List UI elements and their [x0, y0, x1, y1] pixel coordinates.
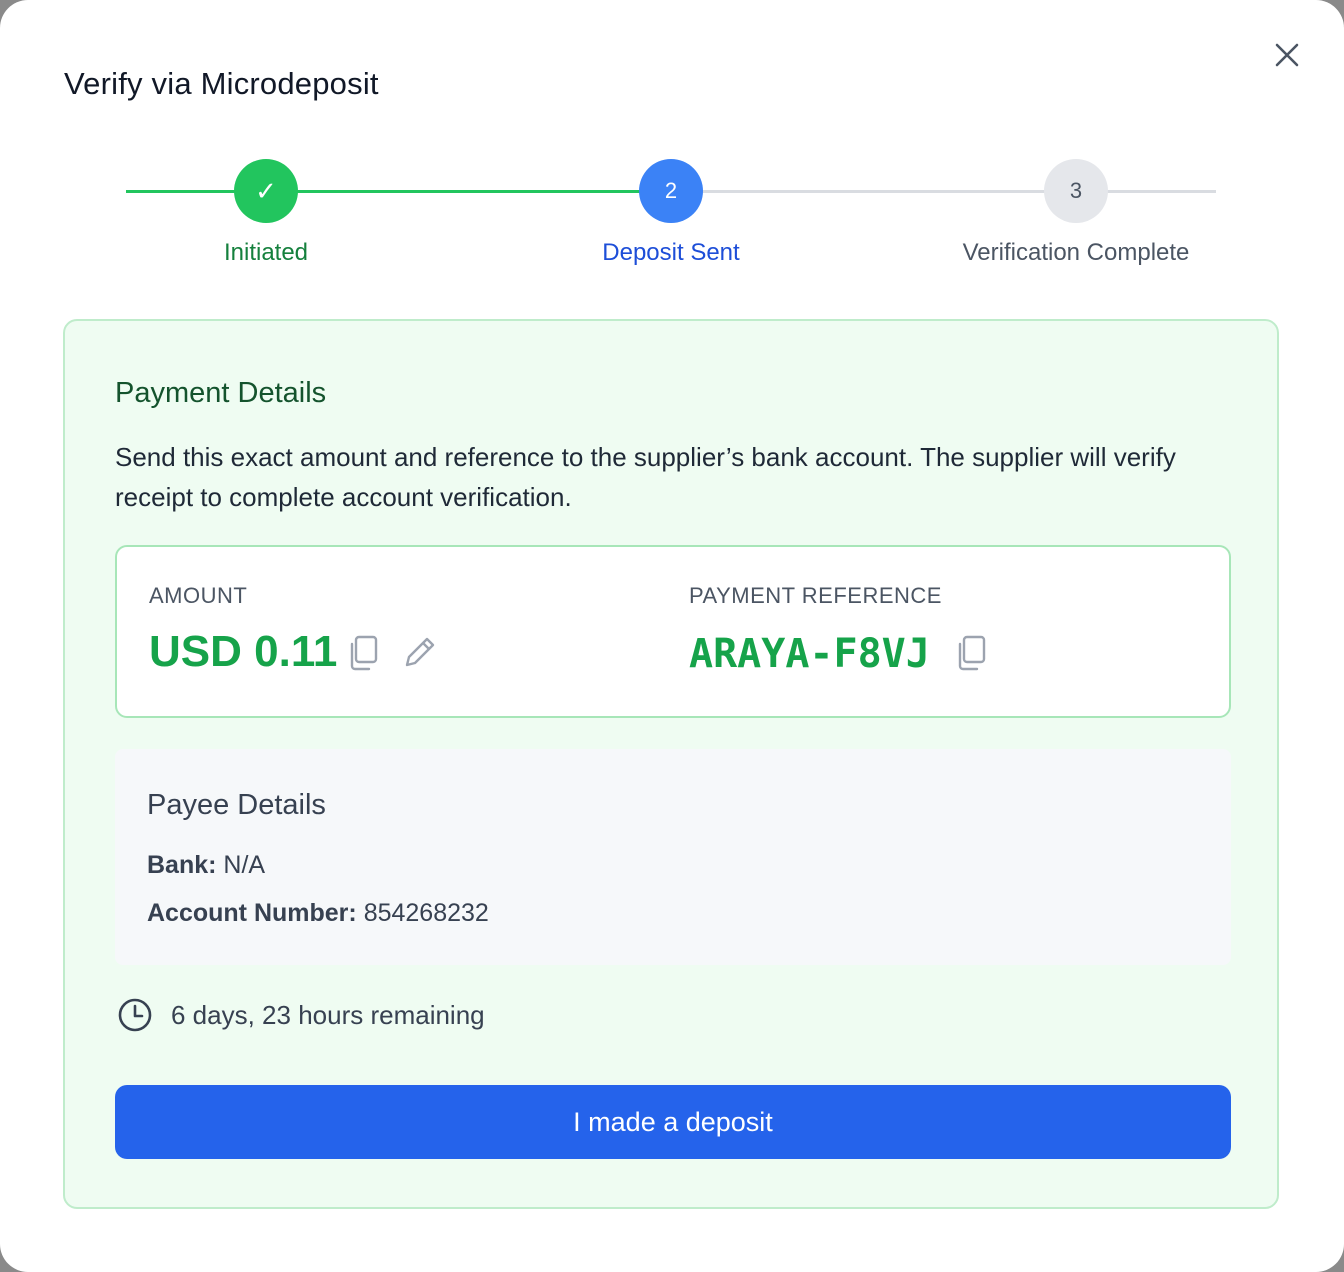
made-deposit-button[interactable]: I made a deposit — [115, 1085, 1231, 1159]
verify-microdeposit-modal: Verify via Microdeposit ✓ 2 3 Initiated … — [0, 0, 1344, 1272]
step-1-marker: ✓ — [234, 159, 298, 223]
pencil-icon — [405, 637, 435, 667]
stepper-track-pending — [671, 190, 1216, 193]
payee-account-row: Account Number: 854268232 — [147, 899, 489, 928]
step-3-marker: 3 — [1044, 159, 1108, 223]
amount-value: USD 0.11 — [149, 627, 338, 676]
edit-amount-button[interactable] — [401, 633, 437, 673]
account-number-value: 854268232 — [363, 899, 489, 927]
amount-label: AMOUNT — [149, 583, 248, 608]
payee-details-box: Payee Details Bank: N/A Account Number: … — [115, 749, 1231, 965]
payment-reference-value: ARAYA-F8VJ — [689, 631, 930, 677]
payment-details-heading: Payment Details — [115, 377, 327, 409]
stepper-track-complete — [126, 190, 671, 193]
copy-icon — [350, 635, 378, 671]
payment-details-card: Payment Details Send this exact amount a… — [63, 319, 1279, 1209]
step-3-label: Verification Complete — [962, 239, 1190, 266]
copy-reference-button[interactable] — [953, 633, 989, 673]
clock-icon — [118, 998, 152, 1032]
time-remaining: 6 days, 23 hours remaining — [117, 997, 485, 1033]
payee-bank-row: Bank: N/A — [147, 851, 265, 880]
step-2-label: Deposit Sent — [602, 239, 740, 266]
progress-stepper: ✓ 2 3 Initiated Deposit Sent Verificatio… — [0, 0, 1344, 290]
copy-icon — [958, 635, 986, 671]
step-2-marker: 2 — [639, 159, 703, 223]
amount-reference-box: AMOUNT USD 0.11 PAYMENT REFERENCE ARAYA-… — [115, 545, 1231, 718]
payment-instructions: Send this exact amount and reference to … — [115, 442, 1176, 512]
bank-value: N/A — [223, 851, 266, 879]
time-remaining-text: 6 days, 23 hours remaining — [171, 999, 485, 1030]
payee-details-heading: Payee Details — [147, 789, 326, 821]
account-number-key: Account Number: — [147, 899, 357, 927]
bank-key: Bank: — [147, 851, 217, 879]
step-1-label: Initiated — [223, 239, 309, 266]
copy-amount-button[interactable] — [345, 633, 381, 673]
payment-reference-label: PAYMENT REFERENCE — [689, 583, 942, 608]
